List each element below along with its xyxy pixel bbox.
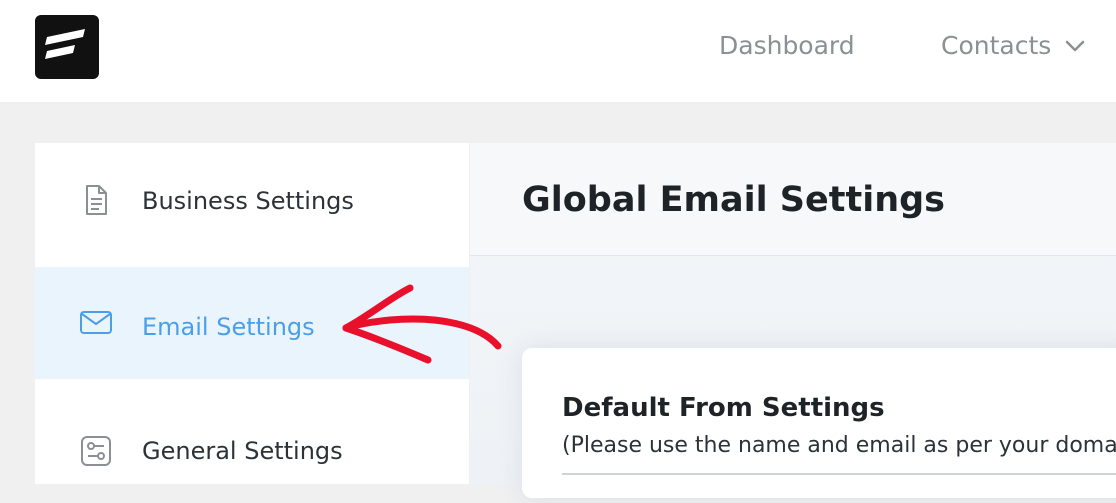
card-subtitle: (Please use the name and email as per yo… bbox=[562, 433, 1116, 458]
document-icon bbox=[86, 185, 107, 215]
default-from-settings-card: Default From Settings (Please use the na… bbox=[522, 348, 1116, 498]
nav-contacts-link[interactable]: Contacts bbox=[941, 28, 1051, 64]
sidebar-item-email-settings[interactable]: Email Settings bbox=[35, 267, 469, 379]
sidebar-item-general-settings[interactable]: General Settings bbox=[35, 391, 469, 503]
main-panel: Global Email Settings Default From Setti… bbox=[470, 143, 1116, 498]
card-divider bbox=[562, 473, 1116, 475]
settings-sidebar: Business Settings Email Settings General… bbox=[35, 143, 469, 484]
top-bar: Dashboard Contacts bbox=[0, 0, 1116, 102]
nav-dashboard-link[interactable]: Dashboard bbox=[719, 28, 855, 64]
chevron-down-icon[interactable] bbox=[1064, 38, 1086, 54]
sidebar-item-label: General Settings bbox=[142, 437, 343, 465]
sidebar-item-label: Email Settings bbox=[142, 313, 315, 341]
sidebar-item-label: Business Settings bbox=[142, 187, 354, 215]
main-header: Global Email Settings bbox=[470, 143, 1116, 256]
card-title: Default From Settings bbox=[562, 393, 885, 423]
sidebar-item-business-settings[interactable]: Business Settings bbox=[35, 143, 469, 255]
brand-logo-icon[interactable] bbox=[35, 15, 99, 79]
envelope-icon bbox=[80, 311, 112, 334]
sliders-icon bbox=[81, 436, 111, 466]
page-title: Global Email Settings bbox=[522, 180, 946, 220]
